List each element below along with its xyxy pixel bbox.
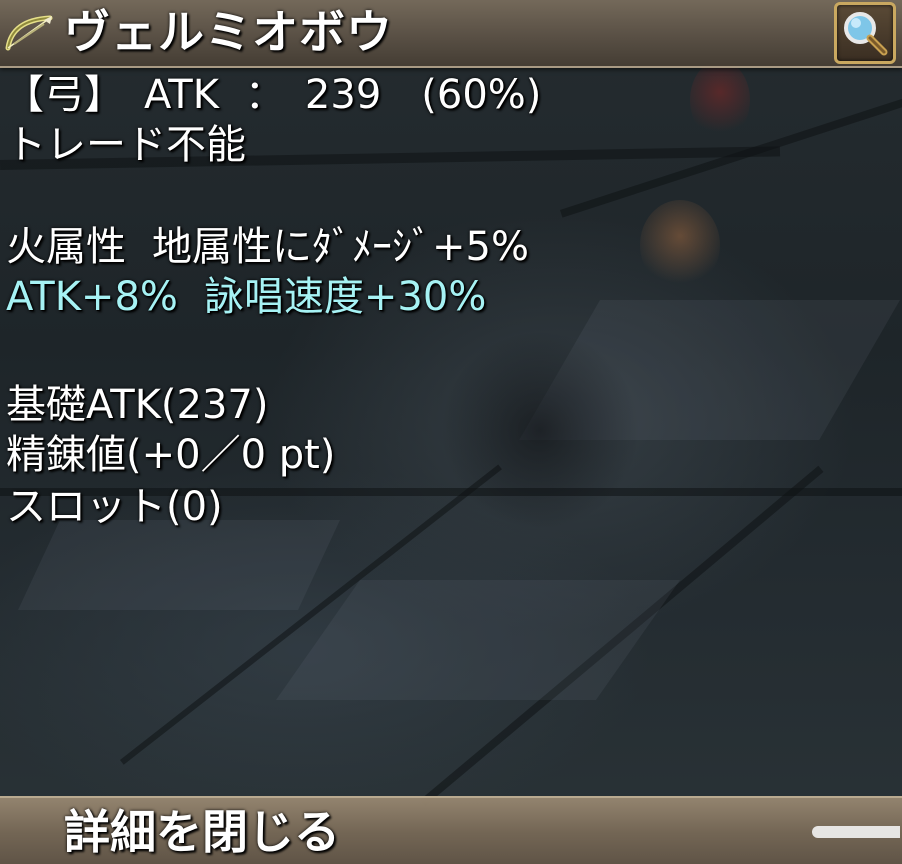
magnifying-glass-icon — [844, 12, 888, 56]
slot-count: スロット(0) — [6, 484, 223, 530]
element-name: 火属性 — [6, 224, 126, 270]
weapon-atk-line: 【弓】 ATK ： 239 (60%) — [4, 70, 541, 120]
close-details-label: 詳細を閉じる — [64, 805, 340, 859]
magnify-button[interactable] — [834, 2, 896, 64]
item-title-bar: ヴェルミオボウ — [0, 0, 902, 68]
element-bonus: 地属性にﾀﾞﾒｰｼﾞ+5% — [152, 224, 529, 270]
game-background: ヴェルミオボウ 【弓】 ATK ： 239 (60%) トレード不能 火属性 地属性にﾀﾞ… — [0, 0, 902, 864]
atk-percent: (60%) — [421, 72, 542, 118]
base-atk: 基礎ATK(237) — [6, 382, 269, 428]
scroll-handle[interactable] — [812, 826, 900, 838]
element-line: 火属性 地属性にﾀﾞﾒｰｼﾞ+5% — [6, 222, 529, 272]
character-shadow — [440, 330, 640, 530]
weapon-type: 【弓】 — [4, 72, 124, 118]
monster-silhouette — [640, 200, 720, 290]
bow-icon — [4, 14, 56, 52]
atk-value: 239 — [304, 72, 382, 118]
refine-value: 精錬値(+0／0 pt) — [6, 432, 336, 478]
close-details-button[interactable]: 詳細を閉じる — [0, 796, 902, 864]
bonus-cast-speed: 詠唱速度+30% — [203, 274, 487, 320]
item-name: ヴェルミオボウ — [64, 5, 393, 59]
bonus-atk: ATK+8% — [6, 274, 178, 320]
monster-silhouette — [690, 60, 750, 140]
floor-tile — [18, 520, 340, 610]
bonus-line: ATK+8% 詠唱速度+30% — [6, 272, 486, 322]
atk-label: ATK — [144, 72, 219, 118]
atk-separator: ： — [244, 72, 285, 118]
trade-status: トレード不能 — [6, 122, 246, 168]
